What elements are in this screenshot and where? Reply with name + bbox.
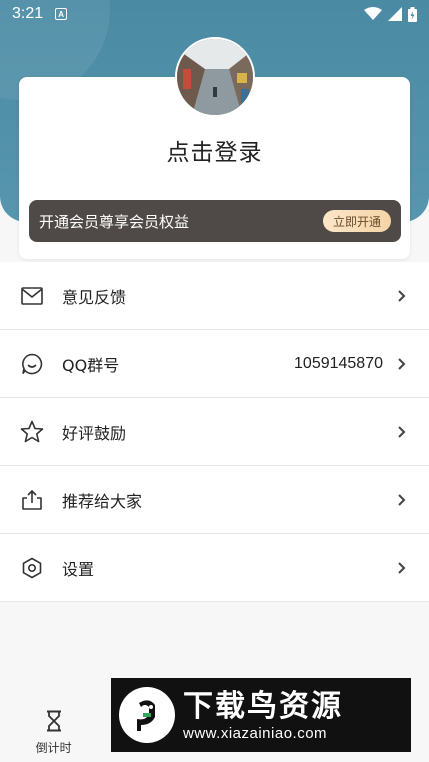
watermark-url: www.xiazainiao.com (183, 724, 328, 742)
menu-item-label: 设置 (62, 559, 95, 579)
status-time: 3:21 (12, 5, 44, 22)
signal-icon (388, 7, 402, 21)
login-prompt[interactable]: 点击登录 (0, 133, 429, 167)
settings-menu: 意见反馈 QQ群号 1059145870 好评鼓励 推荐给大家 设置 (0, 262, 429, 602)
avatar[interactable] (175, 37, 255, 117)
chevron-right-icon (397, 425, 409, 439)
vip-banner-text: 开通会员尊享会员权益 (39, 212, 190, 231)
chevron-right-icon (397, 493, 409, 507)
menu-item-label: QQ群号 (62, 355, 120, 375)
battery-icon (408, 6, 417, 22)
menu-item-recommend[interactable]: 推荐给大家 (0, 466, 429, 534)
bird-logo-icon (119, 687, 175, 743)
notification-a-icon: A (55, 8, 68, 20)
watermark-banner: 下载鸟资源 www.xiazainiao.com (111, 678, 411, 752)
qq-group-number: 1059145870 (294, 354, 383, 372)
vip-banner[interactable]: 开通会员尊享会员权益 立即开通 (29, 200, 401, 242)
watermark-text: 下载鸟资源 www.xiazainiao.com (183, 689, 343, 742)
tab-countdown[interactable]: 倒计时 (0, 700, 107, 762)
share-icon (20, 488, 44, 512)
status-icons (364, 6, 417, 22)
star-icon (20, 420, 44, 444)
menu-item-label: 推荐给大家 (62, 491, 143, 511)
mail-icon (20, 284, 44, 308)
vip-open-button[interactable]: 立即开通 (322, 210, 391, 232)
watermark-title: 下载鸟资源 (183, 688, 343, 724)
menu-item-rate[interactable]: 好评鼓励 (0, 398, 429, 466)
hourglass-icon (42, 709, 66, 733)
menu-item-settings[interactable]: 设置 (0, 534, 429, 602)
chevron-right-icon (397, 357, 409, 371)
menu-item-feedback[interactable]: 意见反馈 (0, 262, 429, 330)
chat-smile-icon (20, 352, 44, 376)
chevron-right-icon (397, 561, 409, 575)
wifi-icon (364, 7, 382, 20)
status-bar: 3:21 A (0, 0, 429, 28)
menu-item-label: 好评鼓励 (62, 423, 127, 443)
menu-item-qq-group[interactable]: QQ群号 1059145870 (0, 330, 429, 398)
menu-item-label: 意见反馈 (62, 287, 127, 307)
settings-hexagon-icon (20, 556, 44, 580)
chevron-right-icon (397, 289, 409, 303)
tab-label: 倒计时 (35, 741, 72, 755)
